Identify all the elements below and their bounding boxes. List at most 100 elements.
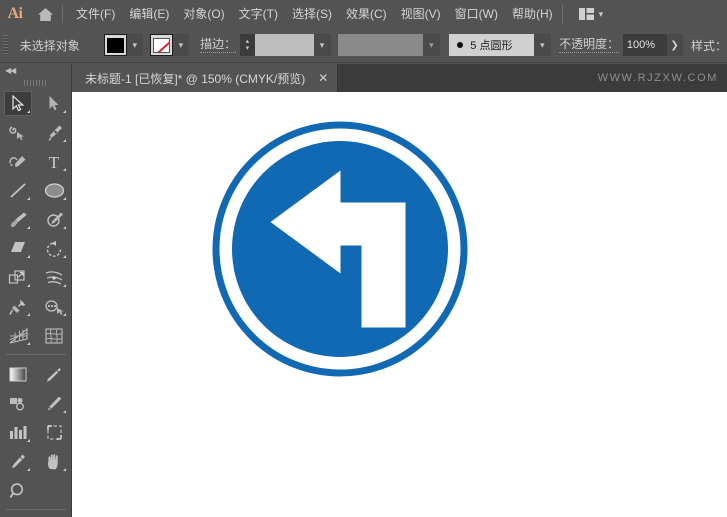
shaper-tool[interactable] — [36, 205, 72, 234]
brush-definition-field[interactable]: 5 点圆形 — [449, 34, 534, 56]
control-bar-gripper[interactable] — [0, 28, 10, 63]
chevron-right-icon: ❯ — [670, 39, 679, 51]
paintbrush-tool[interactable] — [0, 205, 36, 234]
tool-flyout-indicator[interactable] — [63, 197, 66, 200]
width-profile-dropdown-button[interactable]: ▾ — [422, 34, 440, 56]
menu-edit[interactable]: 编辑(E) — [122, 0, 176, 28]
type-tool[interactable]: T — [36, 147, 72, 176]
tool-flyout-indicator[interactable] — [63, 284, 66, 287]
tool-grid: T — [0, 89, 72, 505]
stepper-up-icon: ▴ — [245, 38, 250, 45]
chevron-down-icon: ▾ — [429, 39, 434, 50]
tool-flyout-indicator[interactable] — [63, 139, 66, 142]
stroke-weight-dropdown-button[interactable]: ▾ — [313, 34, 331, 56]
document-tab-title: 未标题-1 [已恢复]* @ 150% (CMYK/预览) — [85, 71, 306, 86]
line-segment-tool[interactable] — [0, 176, 36, 205]
ellipse-tool[interactable] — [36, 176, 72, 205]
eyedropper-tool[interactable] — [36, 360, 72, 389]
eraser-tool[interactable] — [0, 234, 36, 263]
tool-flyout-indicator[interactable] — [63, 255, 66, 258]
style-label[interactable]: 样式： — [691, 37, 727, 54]
direct-selection-tool[interactable] — [36, 89, 72, 118]
watermark-text: WWW.RJZXW.COM — [597, 72, 718, 84]
fill-dropdown-button[interactable]: ▾ — [126, 34, 143, 56]
artboard-icon — [46, 425, 62, 440]
magic-wand-tool[interactable] — [0, 118, 36, 147]
stroke-weight-input[interactable] — [254, 34, 314, 56]
fill-color-chip — [106, 37, 124, 53]
tool-flyout-indicator[interactable] — [27, 284, 30, 287]
tool-flyout-indicator[interactable] — [27, 110, 30, 113]
shape-builder-tool[interactable] — [36, 292, 72, 321]
home-icon[interactable] — [30, 0, 60, 28]
tool-flyout-indicator[interactable] — [63, 410, 66, 413]
stroke-swatch[interactable] — [150, 34, 173, 56]
gradient-tool[interactable] — [0, 360, 36, 389]
menu-type[interactable]: 文字(T) — [232, 0, 285, 28]
mesh-tool[interactable] — [36, 321, 72, 350]
illustrator-logo: Ai — [7, 5, 24, 22]
brush-dropdown-button[interactable]: ▾ — [533, 34, 551, 56]
close-icon[interactable]: ✕ — [318, 72, 328, 84]
artboard-canvas[interactable] — [72, 92, 727, 517]
perspective-grid-tool[interactable] — [0, 321, 36, 350]
menu-effect[interactable]: 效果(C) — [339, 0, 394, 28]
stroke-weight-stepper[interactable]: ▴ ▾ — [239, 34, 255, 56]
menu-window[interactable]: 窗口(W) — [448, 0, 505, 28]
selection-tool[interactable] — [0, 89, 36, 118]
scale-tool[interactable] — [0, 263, 36, 292]
zoom-tool[interactable] — [0, 476, 36, 505]
stroke-none-chip — [153, 37, 171, 53]
fill-swatch[interactable] — [104, 34, 127, 56]
shaper-pencil-icon — [47, 212, 63, 227]
stroke-weight-label[interactable]: 描边： — [200, 37, 237, 53]
menu-object[interactable]: 对象(O) — [176, 0, 231, 28]
chevron-down-icon[interactable]: ▾ — [599, 9, 604, 20]
tool-flyout-indicator[interactable] — [63, 168, 66, 171]
tool-flyout-indicator[interactable] — [27, 439, 30, 442]
tool-flyout-indicator[interactable] — [27, 255, 30, 258]
tool-flyout-indicator[interactable] — [27, 226, 30, 229]
eraser-icon — [11, 242, 25, 252]
blend-circles-icon — [9, 397, 24, 411]
document-tab[interactable]: 未标题-1 [已恢复]* @ 150% (CMYK/预览) ✕ — [72, 64, 339, 92]
turn-left-traffic-sign[interactable] — [211, 120, 469, 383]
mesh-icon — [45, 327, 63, 344]
menu-view[interactable]: 视图(V) — [394, 0, 448, 28]
hand-icon — [47, 453, 58, 469]
collapse-panel-button[interactable]: ◀◀ — [0, 64, 71, 77]
tool-flyout-indicator[interactable] — [63, 110, 66, 113]
slice-tool[interactable] — [0, 447, 36, 476]
svg-text:T: T — [49, 153, 60, 171]
ellipse-icon — [44, 183, 64, 198]
hand-tool[interactable] — [36, 447, 72, 476]
curvature-tool[interactable] — [0, 147, 36, 176]
column-graph-tool[interactable] — [0, 418, 36, 447]
tool-flyout-indicator[interactable] — [63, 226, 66, 229]
tool-flyout-indicator[interactable] — [27, 313, 30, 316]
tool-flyout-indicator[interactable] — [63, 313, 66, 316]
opacity-panel-button[interactable]: ❯ — [666, 34, 683, 56]
tool-flyout-indicator[interactable] — [27, 342, 30, 345]
menu-help[interactable]: 帮助(H) — [505, 0, 560, 28]
artboard-tool[interactable] — [36, 418, 72, 447]
width-profile-input[interactable] — [338, 34, 423, 56]
pencil-measure-icon — [48, 396, 62, 411]
width-tool[interactable] — [36, 263, 72, 292]
blend-tool[interactable] — [0, 389, 36, 418]
stroke-dropdown-button[interactable]: ▾ — [172, 34, 189, 56]
pushpin-icon — [9, 299, 26, 315]
menu-select[interactable]: 选择(S) — [285, 0, 339, 28]
workspace-layout-icon[interactable] — [578, 8, 594, 20]
rotate-tool[interactable] — [36, 234, 72, 263]
free-transform-tool[interactable] — [0, 292, 36, 321]
pen-tool[interactable] — [36, 118, 72, 147]
tools-panel-gripper[interactable] — [0, 77, 71, 89]
tool-flyout-indicator[interactable] — [63, 468, 66, 471]
menu-file[interactable]: 文件(F) — [69, 0, 122, 28]
measure-tool[interactable] — [36, 389, 72, 418]
tool-flyout-indicator[interactable] — [27, 197, 30, 200]
opacity-input[interactable]: 100% — [622, 34, 667, 56]
tool-flyout-indicator[interactable] — [27, 468, 30, 471]
opacity-label[interactable]: 不透明度： — [559, 37, 620, 53]
